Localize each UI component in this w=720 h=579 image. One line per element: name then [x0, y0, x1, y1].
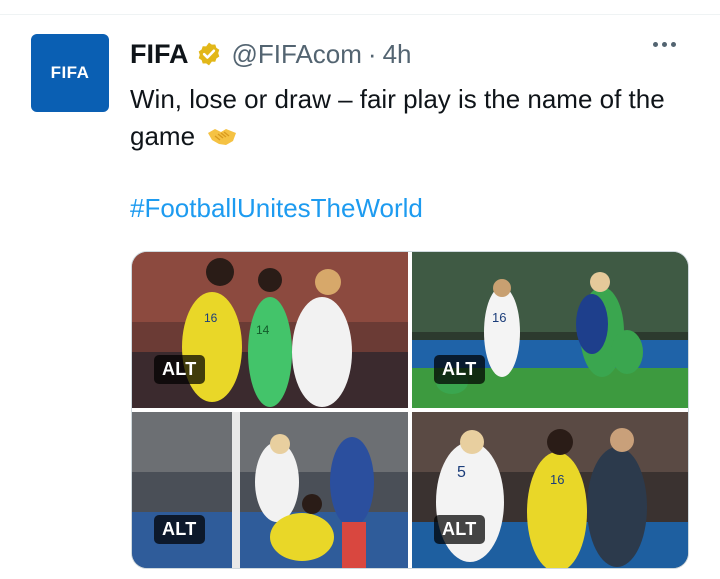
alt-badge[interactable]: ALT [154, 355, 205, 384]
photo-3[interactable]: ALT [132, 412, 408, 568]
photo-2-image: 16 [412, 252, 688, 408]
svg-text:16: 16 [492, 310, 506, 325]
svg-text:5: 5 [457, 464, 466, 481]
more-icon[interactable] [653, 42, 676, 47]
hashtag-link[interactable]: #FootballUnitesTheWorld [130, 193, 423, 224]
timestamp[interactable]: 4h [383, 39, 412, 70]
avatar-text: FIFA [50, 63, 90, 82]
verified-badge-icon[interactable] [196, 41, 222, 67]
photo-4[interactable]: 5 16 ALT [412, 412, 688, 568]
author-name[interactable]: FIFA [130, 39, 189, 70]
media-grid: 16 14 ALT 16 ALT ALT 5 16 ALT [131, 251, 689, 569]
separator-dot: · [367, 38, 377, 69]
author-handle[interactable]: @FIFAcom [232, 39, 362, 70]
svg-text:14: 14 [256, 323, 270, 337]
photo-1-image: 16 14 [132, 252, 408, 408]
tweet-text: Win, lose or draw – fair play is the nam… [130, 81, 690, 155]
svg-text:16: 16 [550, 472, 564, 487]
tweet-header: FIFA @FIFAcom · 4h [130, 38, 412, 70]
alt-badge[interactable]: ALT [434, 515, 485, 544]
avatar[interactable]: FIFA [31, 34, 109, 112]
alt-badge[interactable]: ALT [154, 515, 205, 544]
alt-badge[interactable]: ALT [434, 355, 485, 384]
svg-text:16: 16 [204, 311, 218, 325]
handshake-emoji-icon [208, 129, 237, 145]
photo-1[interactable]: 16 14 ALT [132, 252, 408, 408]
photo-4-image: 5 16 [412, 412, 688, 568]
divider [0, 14, 720, 15]
photo-3-image [132, 412, 408, 568]
photo-2[interactable]: 16 ALT [412, 252, 688, 408]
